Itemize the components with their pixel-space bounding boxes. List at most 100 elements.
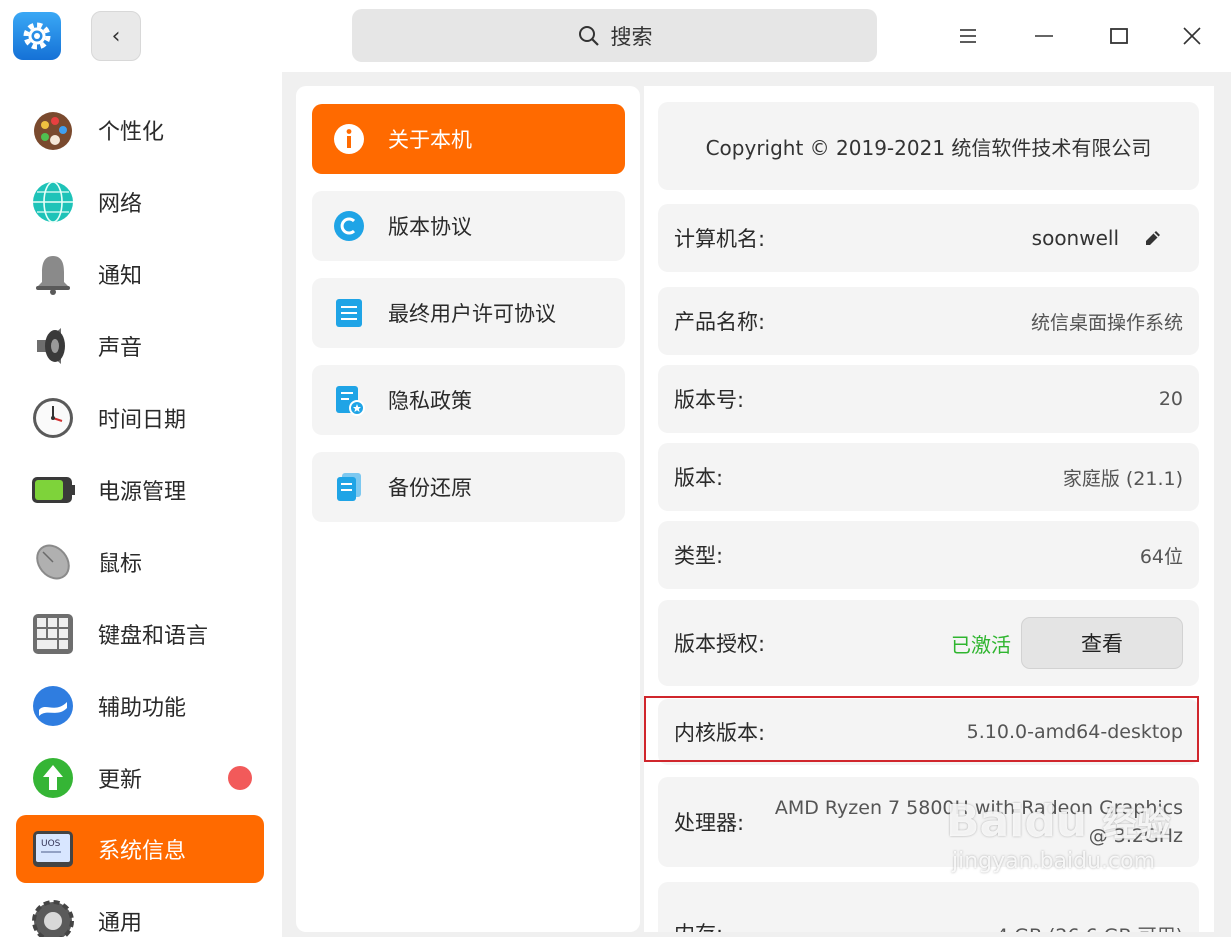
submenu-item-backup[interactable]: 备份还原: [312, 452, 625, 522]
license-status: 已激活: [951, 632, 1011, 657]
license-row: 版本授权: 已激活 查看: [658, 600, 1199, 686]
sidebar-item-label: 网络: [98, 192, 143, 217]
sidebar-item-label: 辅助功能: [98, 696, 187, 721]
type-row: 类型: 64位: [658, 521, 1199, 589]
menu-icon: [960, 29, 976, 43]
processor-value: AMD Ryzen 7 5800H with Radeon Graphics @…: [775, 794, 1183, 850]
sidebar-item-label: 鼠标: [98, 552, 143, 577]
product-name-row: 产品名称: 统信桌面操作系统: [658, 287, 1199, 355]
battery-icon: [30, 467, 76, 513]
privacy-document-icon: [332, 383, 366, 417]
memory-row: 内存: 4 GB (26.6 GB 可用): [658, 882, 1199, 932]
search-icon: [578, 25, 599, 46]
sidebar-item-label: 个性化: [98, 120, 165, 145]
copyright-text: Copyright © 2019-2021 统信软件技术有限公司: [705, 135, 1152, 160]
info-icon: [332, 122, 366, 156]
processor-row: 处理器: AMD Ryzen 7 5800H with Radeon Graph…: [658, 777, 1199, 867]
edition-label: 版本:: [674, 466, 724, 490]
submenu-item-label: 隐私政策: [388, 389, 472, 413]
submenu-item-privacy[interactable]: 隐私政策: [312, 365, 625, 435]
copyright-card: Copyright © 2019-2021 统信软件技术有限公司: [658, 102, 1199, 190]
submenu-item-label: 关于本机: [388, 128, 472, 152]
sidebar-item-network[interactable]: 网络: [16, 168, 264, 236]
sidebar-item-notification[interactable]: 通知: [16, 240, 264, 308]
sidebar-item-label: 声音: [98, 336, 143, 361]
sidebar-item-label: 更新: [98, 768, 143, 793]
sidebar-item-label: 通用: [98, 911, 143, 936]
sidebar-item-label: 系统信息: [98, 839, 187, 864]
keyboard-icon: [30, 611, 76, 657]
clock-icon: [30, 395, 76, 441]
accessibility-icon: [30, 683, 76, 729]
product-name-value: 统信桌面操作系统: [1030, 311, 1183, 334]
copyright-icon: [332, 209, 366, 243]
processor-label: 处理器:: [674, 811, 745, 835]
general-gear-icon: [30, 898, 76, 937]
type-label: 类型:: [674, 544, 724, 568]
search-box[interactable]: 搜索: [352, 9, 877, 62]
type-value: 64位: [1139, 545, 1183, 568]
kernel-version-row: 内核版本: 5.10.0-amd64-desktop: [658, 699, 1199, 765]
submenu-item-label: 版本协议: [388, 215, 472, 239]
sidebar-item-label: 键盘和语言: [98, 624, 209, 649]
edition-row: 版本: 家庭版 (21.1): [658, 443, 1199, 511]
sidebar-item-label: 电源管理: [98, 480, 187, 505]
back-button[interactable]: ‹: [91, 11, 141, 61]
search-placeholder: 搜索: [610, 24, 653, 49]
settings-sidebar: 个性化 网络 通知 声音 时间日期 电源管理 鼠标 键盘和语言 辅助功能 更新 …: [0, 72, 282, 937]
version-number-value: 20: [1158, 388, 1183, 410]
version-number-label: 版本号:: [674, 388, 745, 412]
menu-button[interactable]: [950, 18, 986, 54]
product-name-label: 产品名称:: [674, 310, 766, 334]
sidebar-item-label: 时间日期: [98, 408, 187, 433]
sidebar-item-mouse[interactable]: 鼠标: [16, 528, 264, 596]
submenu-item-label: 最终用户许可协议: [388, 302, 556, 326]
submenu-item-about[interactable]: 关于本机: [312, 104, 625, 174]
network-globe-icon: [30, 179, 76, 225]
sidebar-item-power[interactable]: 电源管理: [16, 456, 264, 524]
submenu-item-eula[interactable]: 最终用户许可协议: [312, 278, 625, 348]
update-notification-badge: [228, 766, 252, 790]
kernel-version-label: 内核版本:: [674, 721, 766, 745]
license-label: 版本授权:: [674, 632, 766, 656]
processor-value-line1: AMD Ryzen 7 5800H with Radeon Graphics: [774, 797, 1183, 819]
maximize-button[interactable]: [1101, 18, 1137, 54]
svg-text:UOS: UOS: [41, 839, 61, 849]
sidebar-item-update[interactable]: 更新: [16, 744, 264, 812]
backup-icon: [332, 470, 366, 504]
minimize-icon: [1035, 35, 1053, 37]
update-arrow-icon: [30, 755, 76, 801]
minimize-button[interactable]: [1026, 18, 1062, 54]
kernel-version-value: 5.10.0-amd64-desktop: [966, 721, 1183, 743]
title-bar: ‹ 搜索: [0, 0, 1231, 72]
sidebar-item-personalization[interactable]: 个性化: [16, 96, 264, 164]
speaker-icon: [30, 323, 76, 369]
sidebar-item-general[interactable]: 通用: [16, 887, 264, 937]
document-icon: [332, 296, 366, 330]
computer-name-row: 计算机名: soonwell: [658, 204, 1199, 272]
submenu-item-version-agreement[interactable]: 版本协议: [312, 191, 625, 261]
view-license-button[interactable]: 查看: [1021, 617, 1183, 669]
processor-value-line2: @ 3.2GHz: [1088, 825, 1183, 847]
sidebar-item-label: 通知: [98, 264, 143, 289]
sidebar-item-accessibility[interactable]: 辅助功能: [16, 672, 264, 740]
sidebar-item-datetime[interactable]: 时间日期: [16, 384, 264, 452]
edit-pencil-icon[interactable]: [1143, 228, 1163, 248]
version-number-row: 版本号: 20: [658, 365, 1199, 433]
sidebar-item-sound[interactable]: 声音: [16, 312, 264, 380]
uos-system-info-icon: UOS: [30, 826, 76, 872]
system-info-submenu: 关于本机 版本协议 最终用户许可协议 隐私政策 备份还原: [296, 86, 640, 932]
sidebar-item-system-info[interactable]: UOS 系统信息: [16, 815, 264, 883]
computer-name-label: 计算机名:: [674, 227, 766, 251]
sidebar-item-keyboard[interactable]: 键盘和语言: [16, 600, 264, 668]
control-center-gear-icon: [13, 12, 61, 60]
mouse-icon: [30, 539, 76, 585]
maximize-icon: [1110, 28, 1128, 44]
chevron-left-icon: ‹: [111, 23, 121, 49]
close-icon: [1183, 27, 1201, 45]
close-button[interactable]: [1174, 18, 1210, 54]
bell-icon: [30, 251, 76, 297]
about-this-pc-panel: Copyright © 2019-2021 统信软件技术有限公司 计算机名: s…: [644, 86, 1214, 932]
memory-value: 4 GB (26.6 GB 可用): [996, 921, 1183, 932]
submenu-item-label: 备份还原: [388, 476, 472, 500]
